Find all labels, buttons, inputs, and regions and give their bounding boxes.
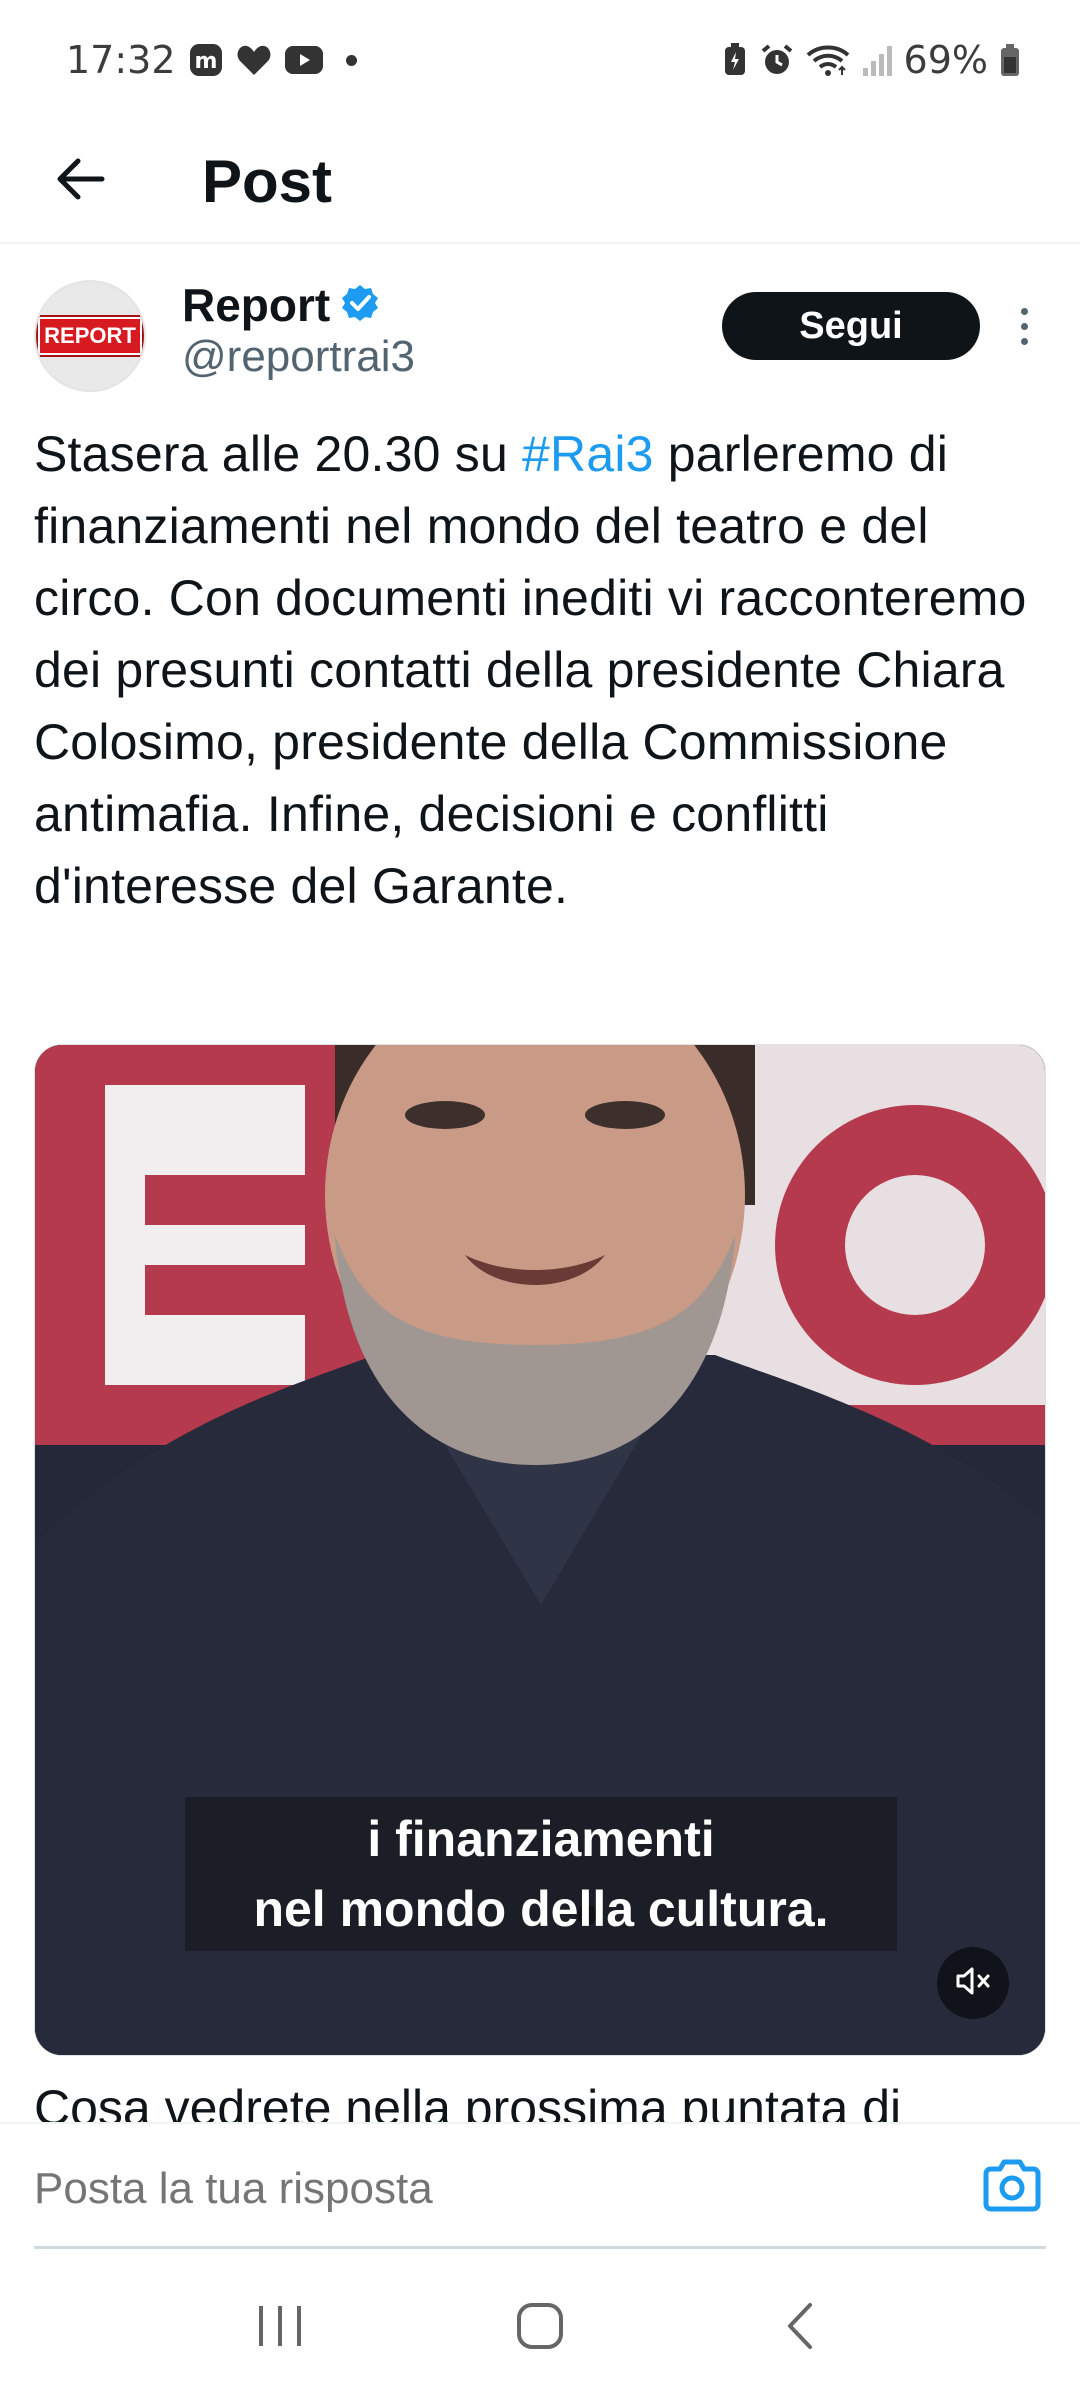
page-title: Post bbox=[202, 147, 333, 215]
reply-divider bbox=[34, 2246, 1046, 2249]
post-text-start: Stasera alle 20.30 su bbox=[34, 426, 523, 482]
mute-button[interactable] bbox=[937, 1947, 1009, 2019]
wifi-icon bbox=[806, 43, 850, 77]
more-dot bbox=[1020, 322, 1028, 330]
author-name-row: Report bbox=[182, 278, 380, 332]
back-icon bbox=[780, 2301, 820, 2356]
back-button[interactable] bbox=[30, 131, 130, 231]
verified-badge-icon bbox=[340, 283, 380, 328]
youtube-icon bbox=[284, 45, 324, 75]
home-icon bbox=[515, 2301, 565, 2356]
battery-saver-icon bbox=[722, 42, 748, 78]
author-handle[interactable]: @reportrai3 bbox=[182, 332, 415, 382]
battery-percent: 69% bbox=[903, 38, 988, 82]
notification-dot bbox=[345, 54, 357, 66]
mastodon-icon: m bbox=[188, 42, 224, 78]
subtitle-line-1: i finanziamenti bbox=[367, 1811, 715, 1867]
camera-button[interactable] bbox=[980, 2154, 1044, 2218]
recent-apps-button[interactable] bbox=[220, 2278, 340, 2378]
reply-input[interactable] bbox=[34, 2154, 934, 2224]
arrow-left-icon bbox=[52, 155, 108, 208]
avatar[interactable]: REPORT bbox=[34, 280, 146, 392]
status-time: 17:32 bbox=[66, 38, 176, 82]
heart-icon bbox=[236, 43, 272, 77]
more-dot bbox=[1020, 337, 1028, 345]
status-bar: 17:32 m 69% bbox=[0, 0, 1080, 120]
status-left: 17:32 m bbox=[66, 38, 357, 82]
signal-icon bbox=[862, 44, 892, 76]
top-app-bar: Post bbox=[0, 120, 1080, 244]
post-text-rest: parleremo di finanziamenti nel mondo del… bbox=[34, 426, 1027, 914]
video-subtitle: i finanziamenti nel mondo della cultura. bbox=[185, 1797, 897, 1951]
status-right: 69% bbox=[722, 38, 1020, 82]
subtitle-line-2: nel mondo della cultura. bbox=[253, 1881, 829, 1937]
more-options-button[interactable] bbox=[1004, 296, 1044, 356]
recent-apps-icon bbox=[255, 2304, 305, 2353]
follow-button[interactable]: Segui bbox=[722, 292, 980, 360]
volume-muted-icon bbox=[953, 1961, 993, 2006]
hashtag-link[interactable]: #Rai3 bbox=[522, 426, 654, 482]
svg-text:m: m bbox=[194, 49, 217, 74]
battery-icon bbox=[1000, 43, 1020, 77]
post-next-text: Cosa vedrete nella prossima puntata di bbox=[34, 2080, 902, 2124]
camera-icon bbox=[980, 2159, 1044, 2222]
reply-bar bbox=[0, 2122, 1080, 2256]
more-dot bbox=[1020, 307, 1028, 315]
avatar-logo: REPORT bbox=[38, 317, 142, 355]
alarm-icon bbox=[760, 43, 794, 77]
post-text: Stasera alle 20.30 su #Rai3 parleremo di… bbox=[34, 418, 1054, 922]
nav-back-button[interactable] bbox=[740, 2278, 860, 2378]
post-header: REPORT Report @reportrai3 Segui bbox=[0, 270, 1080, 410]
system-nav-bar bbox=[0, 2256, 1080, 2400]
author-display-name[interactable]: Report bbox=[182, 278, 330, 332]
video-player[interactable]: i finanziamenti nel mondo della cultura. bbox=[34, 1044, 1046, 2056]
home-button[interactable] bbox=[480, 2278, 600, 2378]
